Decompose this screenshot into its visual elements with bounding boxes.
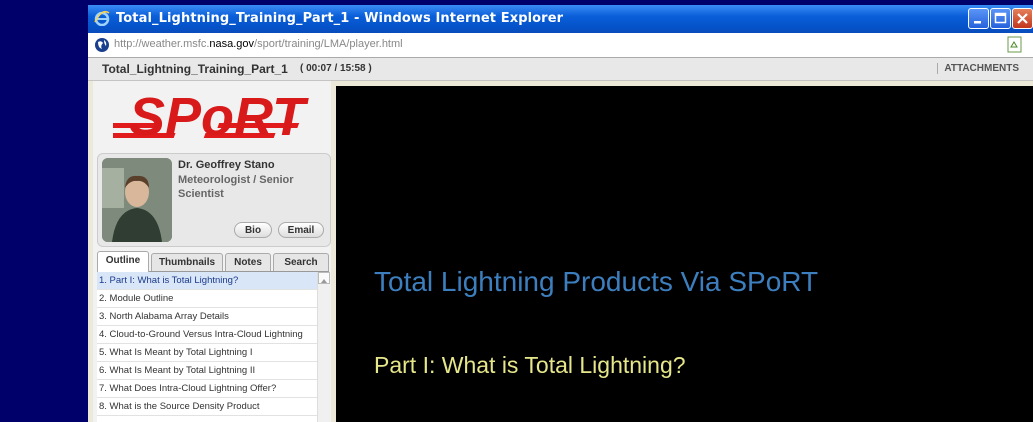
outline-item[interactable]: 3. North Alabama Array Details <box>97 308 317 326</box>
email-button[interactable]: Email <box>278 222 324 238</box>
outline-item[interactable]: 6. What Is Meant by Total Lightning II <box>97 362 317 380</box>
presenter-card: Dr. Geoffrey Stano Meteorologist / Senio… <box>97 153 331 247</box>
title-bar[interactable]: Total_Lightning_Training_Part_1 - Window… <box>88 5 1033 33</box>
scroll-up-button[interactable] <box>318 272 330 284</box>
internet-explorer-icon <box>94 10 110 26</box>
minimize-button[interactable] <box>968 8 989 29</box>
outline-item[interactable]: 2. Module Outline <box>97 290 317 308</box>
outline-item[interactable]: 5. What Is Meant by Total Lightning I <box>97 344 317 362</box>
close-icon <box>1017 13 1028 24</box>
sidebar-tabs: Outline Thumbnails Notes Search <box>97 251 329 272</box>
minimize-icon <box>974 21 981 24</box>
logo-text: SPoRT <box>129 87 309 147</box>
page-globe-icon <box>95 38 109 52</box>
presenter-name: Dr. Geoffrey Stano <box>178 159 275 171</box>
presenter-photo <box>102 158 172 242</box>
url-suffix: /sport/training/LMA/player.html <box>254 38 403 50</box>
url-text[interactable]: http://weather.msfc.nasa.gov/sport/train… <box>114 38 403 50</box>
url-domain: nasa.gov <box>209 38 255 50</box>
scroll-up-arrow-icon <box>321 279 327 283</box>
browser-window: Total_Lightning_Training_Part_1 - Window… <box>88 5 1033 422</box>
tab-thumbnails[interactable]: Thumbnails <box>151 253 223 271</box>
bio-button[interactable]: Bio <box>234 222 272 238</box>
address-bar[interactable]: http://weather.msfc.nasa.gov/sport/train… <box>88 33 1033 58</box>
attachments-button[interactable]: ATTACHMENTS <box>937 63 1019 74</box>
window-title: Total_Lightning_Training_Part_1 - Window… <box>116 11 564 26</box>
sport-logo: SPoRT <box>113 87 309 147</box>
video-player[interactable]: Total Lightning Products Via SPoRT Part … <box>336 86 1033 422</box>
player-sidebar: SPoRT Dr. Geoffrey Stano Meteorologist /… <box>93 81 331 422</box>
outline-list: 1. Part I: What is Total Lightning? 2. M… <box>97 272 317 422</box>
outline-item[interactable]: 1. Part I: What is Total Lightning? <box>97 272 317 290</box>
presentation-title: Total_Lightning_Training_Part_1 <box>102 62 288 76</box>
outline-scrollbar[interactable] <box>317 272 330 422</box>
outline-item[interactable]: 7. What Does Intra-Cloud Lightning Offer… <box>97 380 317 398</box>
slide-subtitle: Part I: What is Total Lightning? <box>374 352 686 378</box>
player-info-bar: Total_Lightning_Training_Part_1 ( 00:07 … <box>88 58 1033 81</box>
tab-search[interactable]: Search <box>273 253 329 271</box>
close-button[interactable] <box>1012 8 1033 29</box>
outline-item[interactable]: 4. Cloud-to-Ground Versus Intra-Cloud Li… <box>97 326 317 344</box>
tab-outline[interactable]: Outline <box>97 251 149 272</box>
compatibility-view-icon[interactable] <box>1007 36 1023 53</box>
url-prefix: http://weather.msfc. <box>114 38 210 50</box>
tab-notes[interactable]: Notes <box>225 253 271 271</box>
maximize-button[interactable] <box>990 8 1011 29</box>
slide-title: Total Lightning Products Via SPoRT <box>374 266 819 297</box>
maximize-icon <box>994 12 1007 24</box>
outline-item[interactable]: 8. What is the Source Density Product <box>97 398 317 416</box>
playback-time: ( 00:07 / 15:58 ) <box>300 63 372 74</box>
presenter-role: Meteorologist / Senior Scientist <box>178 174 294 200</box>
